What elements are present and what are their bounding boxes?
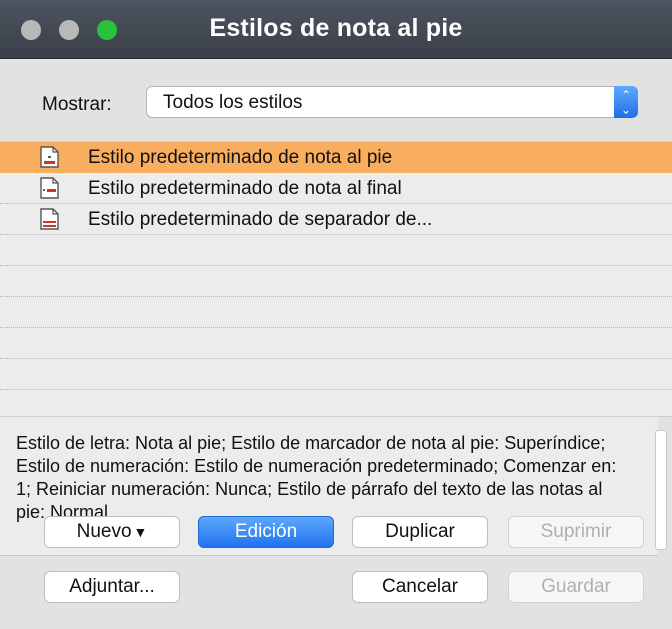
list-item-label: Estilo predeterminado de nota al pie bbox=[88, 147, 393, 168]
cancel-button[interactable]: Cancelar bbox=[352, 571, 488, 603]
show-filter-value: Todos los estilos bbox=[163, 92, 303, 113]
empty-list-row bbox=[0, 297, 672, 328]
list-item[interactable]: Estilo predeterminado de separador de... bbox=[0, 204, 672, 235]
styles-list[interactable]: Estilo predeterminado de nota al pie Est… bbox=[0, 141, 672, 417]
list-item-label: Estilo predeterminado de nota al final bbox=[88, 178, 402, 199]
dialog-content: Mostrar: Todos los estilos ⌃ ⌃ Estilo pre… bbox=[0, 59, 672, 629]
title-bar[interactable]: Estilos de nota al pie bbox=[0, 0, 672, 59]
show-filter-label: Mostrar: bbox=[42, 94, 112, 115]
edit-style-button[interactable]: Edición bbox=[198, 516, 334, 548]
new-style-label: Nuevo bbox=[76, 521, 132, 542]
footnote-styles-window: Estilos de nota al pie Mostrar: Todos lo… bbox=[0, 0, 672, 629]
endnote-style-icon bbox=[40, 177, 59, 199]
duplicate-style-button[interactable]: Duplicar bbox=[352, 516, 488, 548]
show-filter-select[interactable]: Todos los estilos ⌃ ⌃ bbox=[146, 86, 638, 118]
description-scrollbar[interactable] bbox=[655, 430, 667, 550]
list-item[interactable]: Estilo predeterminado de nota al final bbox=[0, 173, 672, 204]
list-item-label: Estilo predeterminado de separador de... bbox=[88, 209, 433, 230]
empty-list-row bbox=[0, 235, 672, 266]
empty-list-row bbox=[0, 359, 672, 390]
window-title: Estilos de nota al pie bbox=[209, 14, 463, 42]
separator-style-icon bbox=[40, 208, 59, 230]
empty-list-row bbox=[0, 328, 672, 359]
new-style-button[interactable]: Nuevo ▼ bbox=[44, 516, 180, 548]
list-item[interactable]: Estilo predeterminado de nota al pie bbox=[0, 142, 672, 173]
select-arrows-icon: ⌃ ⌃ bbox=[614, 86, 638, 118]
empty-list-row bbox=[0, 266, 672, 297]
footnote-style-icon bbox=[40, 146, 59, 168]
dropdown-caret-icon: ▼ bbox=[133, 524, 148, 540]
style-description: Estilo de letra: Nota al pie; Estilo de … bbox=[16, 433, 617, 522]
attach-button[interactable]: Adjuntar... bbox=[44, 571, 180, 603]
save-button[interactable]: Guardar bbox=[508, 571, 644, 603]
delete-style-button[interactable]: Suprimir bbox=[508, 516, 644, 548]
